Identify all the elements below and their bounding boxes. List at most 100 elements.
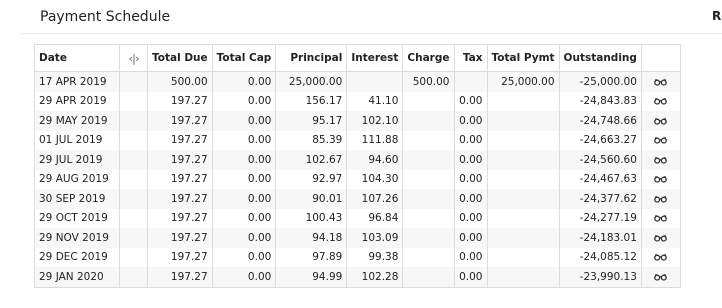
cell-charge: [402, 208, 455, 228]
cell-total-due: 197.27: [147, 247, 213, 267]
cell-outstanding: -24,748.66: [558, 111, 642, 131]
table-row: 01 JUL 2019 197.27 0.00 85.39 111.88 0.00 -24,…: [34, 130, 681, 150]
cell-outstanding: -24,377.62: [558, 189, 642, 209]
cell-toggle-spacer: [119, 71, 148, 92]
cell-total-cap: 0.00: [211, 71, 277, 92]
view-glasses-icon[interactable]: [654, 76, 668, 88]
cell-charge: [402, 91, 455, 111]
view-glasses-icon[interactable]: [654, 115, 668, 127]
cell-total-cap: 0.00: [211, 189, 277, 209]
cell-toggle-spacer: [119, 208, 148, 228]
view-glasses-icon[interactable]: [654, 134, 668, 146]
cell-interest: [346, 71, 404, 92]
cell-total-pymt: [486, 91, 560, 111]
cell-outstanding: -24,843.83: [558, 91, 642, 111]
row-action-cell: [640, 150, 681, 170]
cell-charge: [402, 247, 455, 267]
cell-charge: [402, 169, 455, 189]
cell-total-pymt: 25,000.00: [486, 71, 560, 92]
cell-tax: 0.00: [453, 189, 488, 209]
column-header-actions: [640, 44, 681, 72]
cell-tax: 0.00: [453, 150, 488, 170]
cell-toggle-spacer: [119, 228, 148, 248]
cell-tax: 0.00: [453, 208, 488, 228]
cell-interest: 102.28: [346, 267, 404, 288]
cell-principal: 95.17: [275, 111, 348, 131]
row-action-cell: [640, 247, 681, 267]
view-glasses-icon[interactable]: [654, 251, 668, 263]
cell-toggle-spacer: [119, 247, 148, 267]
cell-toggle-spacer: [119, 111, 148, 131]
cell-total-pymt: [486, 130, 560, 150]
cell-total-due: 197.27: [147, 267, 213, 288]
column-header-date[interactable]: Date: [34, 44, 120, 72]
row-action-cell: [640, 91, 681, 111]
table-row: 29 OCT 2019 197.27 0.00 100.43 96.84 0.00 -24,…: [34, 208, 681, 228]
cell-principal: 94.18: [275, 228, 348, 248]
cell-charge: [402, 111, 455, 131]
cell-toggle-spacer: [119, 169, 148, 189]
cell-date: 29 APR 2019: [34, 91, 120, 111]
view-glasses-icon[interactable]: [654, 95, 668, 107]
column-header-total-due[interactable]: Total Due: [147, 44, 213, 72]
cell-interest: 99.38: [346, 247, 404, 267]
column-header-tax[interactable]: Tax: [453, 44, 488, 72]
cell-tax: 0.00: [453, 130, 488, 150]
column-header-interest[interactable]: Interest: [346, 44, 404, 72]
table-row: 29 JUL 2019 197.27 0.00 102.67 94.60 0.00 -24,…: [34, 150, 681, 170]
view-glasses-icon[interactable]: [654, 193, 668, 205]
view-glasses-icon[interactable]: [654, 212, 668, 224]
row-action-cell: [640, 130, 681, 150]
cell-total-pymt: [486, 267, 560, 288]
cell-toggle-spacer: [119, 130, 148, 150]
cell-total-pymt: [486, 247, 560, 267]
column-header-charge[interactable]: Charge: [402, 44, 455, 72]
table-row: 29 APR 2019 197.27 0.00 156.17 41.10 0.00 -24,…: [34, 91, 681, 111]
view-glasses-icon[interactable]: [654, 154, 668, 166]
cell-charge: [402, 130, 455, 150]
view-glasses-icon[interactable]: [654, 271, 668, 283]
row-action-cell: [640, 267, 681, 288]
row-action-cell: [640, 208, 681, 228]
cell-total-cap: 0.00: [211, 267, 277, 288]
column-header-total-pymt[interactable]: Total Pymt: [486, 44, 560, 72]
cell-outstanding: -24,183.01: [558, 228, 642, 248]
cell-total-cap: 0.00: [211, 91, 277, 111]
cell-total-pymt: [486, 111, 560, 131]
cell-principal: 97.89: [275, 247, 348, 267]
cell-outstanding: -24,277.19: [558, 208, 642, 228]
cell-total-pymt: [486, 189, 560, 209]
cell-total-cap: 0.00: [211, 247, 277, 267]
cell-interest: 111.88: [346, 130, 404, 150]
cell-tax: 0.00: [453, 228, 488, 248]
cell-tax: [453, 71, 488, 92]
cell-toggle-spacer: [119, 189, 148, 209]
table-row: 29 JAN 2020 197.27 0.00 94.99 102.28 0.00 -23,…: [34, 267, 681, 288]
cell-principal: 25,000.00: [275, 71, 348, 92]
cell-interest: 96.84: [346, 208, 404, 228]
cell-toggle-spacer: [119, 150, 148, 170]
column-header-principal[interactable]: Principal: [275, 44, 348, 72]
cell-total-due: 197.27: [147, 130, 213, 150]
cell-principal: 156.17: [275, 91, 348, 111]
cell-total-due: 197.27: [147, 208, 213, 228]
row-action-cell: [640, 111, 681, 131]
view-glasses-icon[interactable]: [654, 232, 668, 244]
cell-total-cap: 0.00: [211, 169, 277, 189]
cell-total-cap: 0.00: [211, 150, 277, 170]
column-toggle-button[interactable]: ‹|›: [119, 44, 148, 72]
truncated-header-label: Re: [712, 9, 722, 23]
view-glasses-icon[interactable]: [654, 173, 668, 185]
cell-total-cap: 0.00: [211, 208, 277, 228]
cell-total-pymt: [486, 228, 560, 248]
cell-total-due: 197.27: [147, 228, 213, 248]
cell-date: 29 JAN 2020: [34, 267, 120, 288]
cell-outstanding: -24,663.27: [558, 130, 642, 150]
cell-tax: 0.00: [453, 169, 488, 189]
column-header-outstanding[interactable]: Outstanding: [558, 44, 642, 72]
cell-date: 29 JUL 2019: [34, 150, 120, 170]
cell-tax: 0.00: [453, 91, 488, 111]
cell-total-pymt: [486, 169, 560, 189]
column-header-total-cap[interactable]: Total Cap: [211, 44, 277, 72]
cell-interest: 107.26: [346, 189, 404, 209]
